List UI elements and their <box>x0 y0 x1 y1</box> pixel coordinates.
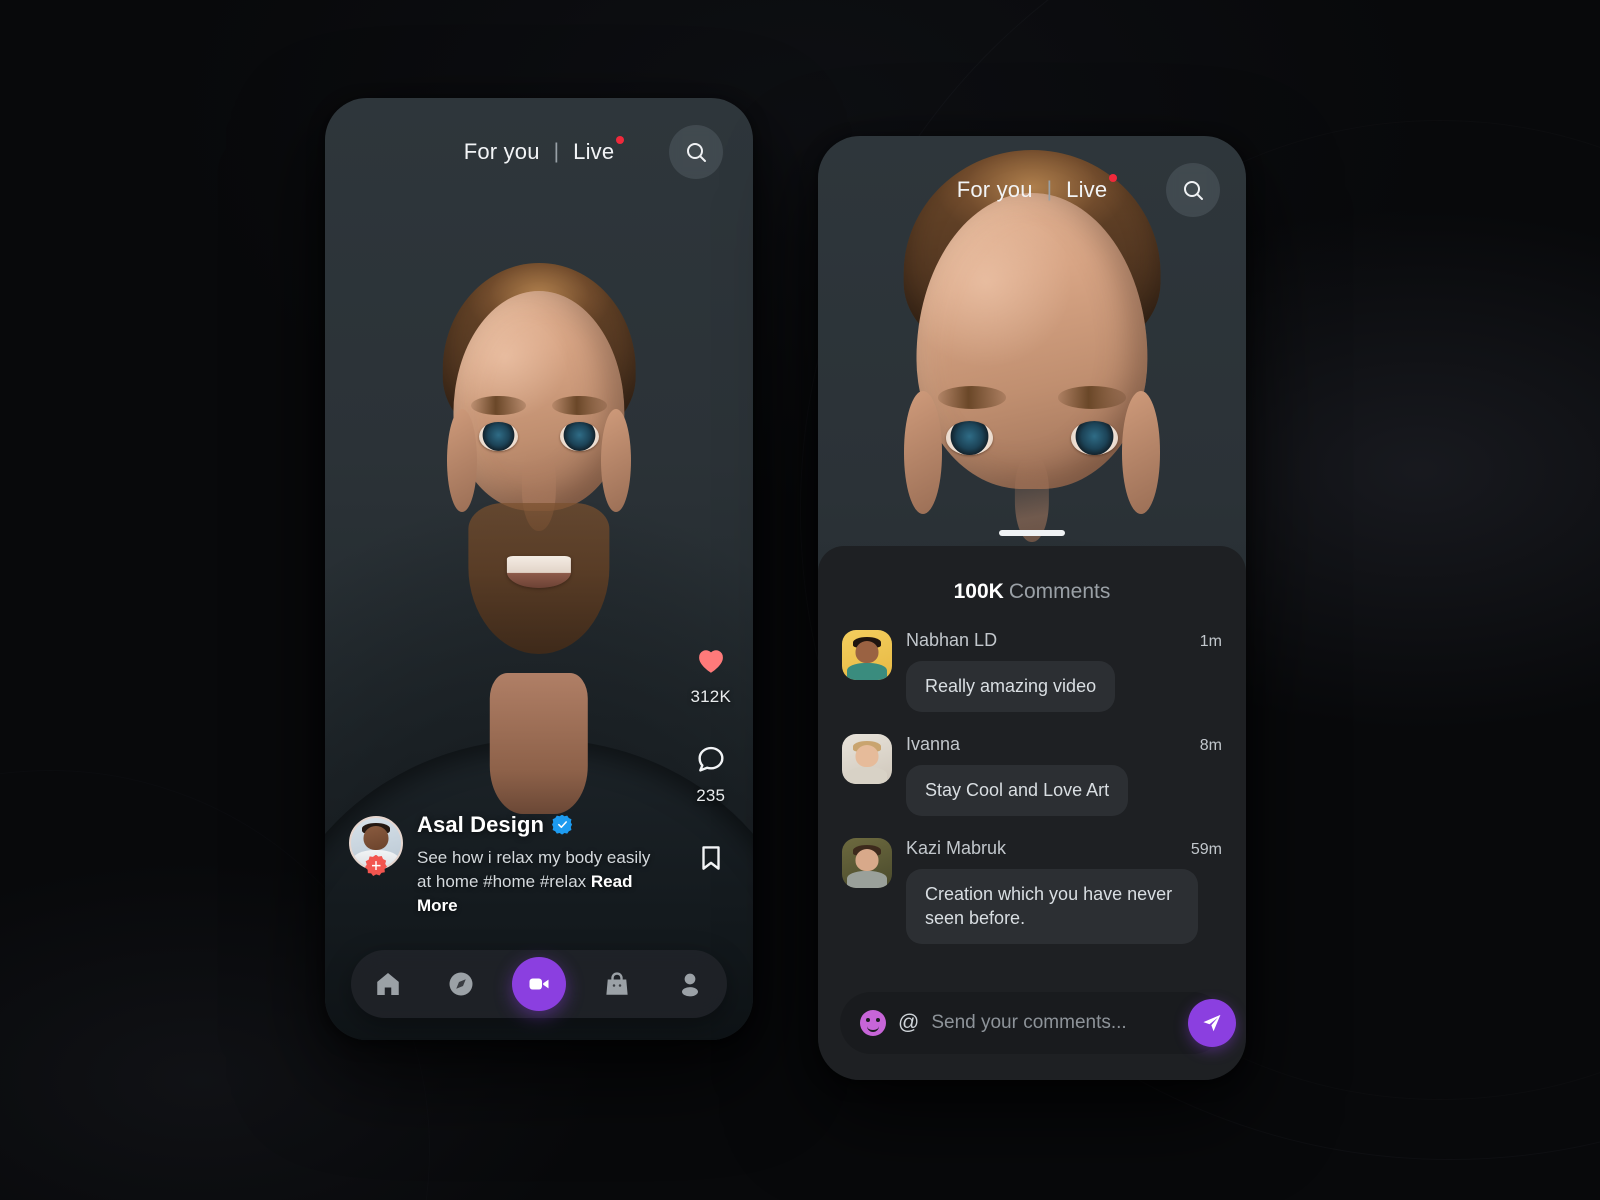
comment-item: Nabhan LD 1m Really amazing video <box>842 630 1222 712</box>
commenter-name[interactable]: Ivanna <box>906 734 960 755</box>
comment-count: 235 <box>696 786 726 805</box>
send-button[interactable] <box>1188 999 1237 1047</box>
drag-handle[interactable] <box>999 530 1065 536</box>
creator-text: Asal Design See how i relax my body easi… <box>417 812 657 918</box>
creator-name-row: Asal Design <box>417 812 657 838</box>
search-button[interactable] <box>1166 163 1220 217</box>
comment-body: Kazi Mabruk 59m Creation which you have … <box>906 838 1222 945</box>
send-icon <box>1203 1014 1221 1032</box>
mention-button[interactable]: @ <box>898 1011 919 1035</box>
compass-icon <box>449 972 473 996</box>
bag-icon <box>606 972 628 995</box>
bookmark-icon <box>691 838 731 878</box>
comments-sheet: 100K Comments Nabhan LD 1m Really amazing… <box>818 546 1246 1080</box>
comment-button[interactable]: 235 <box>691 739 731 806</box>
nav-item-explore[interactable] <box>439 962 483 1006</box>
comment-body: Ivanna 8m Stay Cool and Love Art <box>906 734 1222 816</box>
screen-canvas: For you | Live 312K 235 Asal Design See … <box>0 0 1600 1200</box>
creator-name[interactable]: Asal Design <box>417 812 544 838</box>
top-bar: For you | Live <box>325 98 753 206</box>
nav-item-profile[interactable] <box>668 962 712 1006</box>
tab-live[interactable]: Live <box>1066 174 1118 203</box>
live-dot-icon <box>616 136 625 144</box>
commenter-avatar[interactable] <box>842 733 892 784</box>
top-bar: For you | Live <box>818 136 1246 244</box>
feed-tabs: For you | Live <box>464 136 625 165</box>
action-rail: 312K 235 <box>690 640 731 878</box>
creator-info: Asal Design See how i relax my body easi… <box>349 812 657 918</box>
comment-item: Ivanna 8m Stay Cool and Love Art <box>842 733 1222 816</box>
feed-tabs: For you | Live <box>957 174 1118 203</box>
comments-count: 100K <box>953 580 1004 603</box>
commenter-avatar[interactable] <box>842 837 892 888</box>
search-button[interactable] <box>669 125 723 179</box>
like-button[interactable]: 312K <box>690 640 731 707</box>
comment-meta: Nabhan LD 1m <box>906 630 1222 651</box>
comment-meta: Kazi Mabruk 59m <box>906 838 1222 859</box>
tab-for-you[interactable]: For you <box>464 139 540 165</box>
tab-for-you[interactable]: For you <box>957 177 1033 203</box>
comment-meta: Ivanna 8m <box>906 734 1222 755</box>
phone-comments-screen: For you | Live 100K Comments Nabhan LD 1… <box>818 136 1246 1080</box>
comment-timestamp: 59m <box>1190 840 1222 858</box>
video-icon <box>529 978 549 990</box>
comment-timestamp: 1m <box>1199 633 1222 650</box>
commenter-name[interactable]: Nabhan LD <box>906 630 997 651</box>
smiley-icon[interactable] <box>860 1010 886 1036</box>
tab-live-label: Live <box>1066 177 1108 202</box>
creator-caption: See how i relax my body easily at home #… <box>417 846 657 918</box>
comment-text: Stay Cool and Love Art <box>906 764 1129 816</box>
verified-check-icon <box>552 814 573 835</box>
commenter-avatar[interactable] <box>842 630 892 680</box>
tab-live-label: Live <box>573 139 615 164</box>
phone-feed-screen: For you | Live 312K 235 Asal Design See … <box>325 98 753 1040</box>
like-count: 312K <box>690 687 731 706</box>
tab-live[interactable]: Live <box>573 136 625 165</box>
home-icon <box>376 973 399 995</box>
comment-composer: @ <box>840 992 1237 1054</box>
live-dot-icon <box>1109 174 1118 182</box>
comments-list[interactable]: Nabhan LD 1m Really amazing video Ivanna… <box>818 630 1246 988</box>
comment-item: Kazi Mabruk 59m Creation which you have … <box>842 837 1222 945</box>
bookmark-button[interactable] <box>691 838 731 878</box>
nav-item-shop[interactable] <box>595 962 639 1006</box>
comment-icon <box>691 739 731 779</box>
comments-label: Comments <box>1008 580 1111 603</box>
comment-text: Really amazing video <box>906 661 1116 712</box>
comment-timestamp: 8m <box>1199 736 1222 754</box>
heart-icon <box>691 640 731 680</box>
comment-input[interactable] <box>931 1012 1177 1034</box>
tab-separator: | <box>553 140 560 163</box>
bottom-navigation <box>351 950 727 1018</box>
comment-body: Nabhan LD 1m Really amazing video <box>906 630 1222 712</box>
comments-header: 100K Comments <box>818 546 1246 630</box>
person-icon <box>682 973 699 997</box>
tab-separator: | <box>1046 178 1053 201</box>
nav-item-home[interactable] <box>366 962 410 1006</box>
commenter-name[interactable]: Kazi Mabruk <box>906 838 1006 859</box>
creator-avatar-wrap[interactable] <box>349 815 403 876</box>
search-icon <box>1184 181 1203 200</box>
comment-text: Creation which you have never seen befor… <box>906 868 1198 945</box>
search-icon <box>687 143 706 162</box>
nav-item-create[interactable] <box>511 957 566 1011</box>
